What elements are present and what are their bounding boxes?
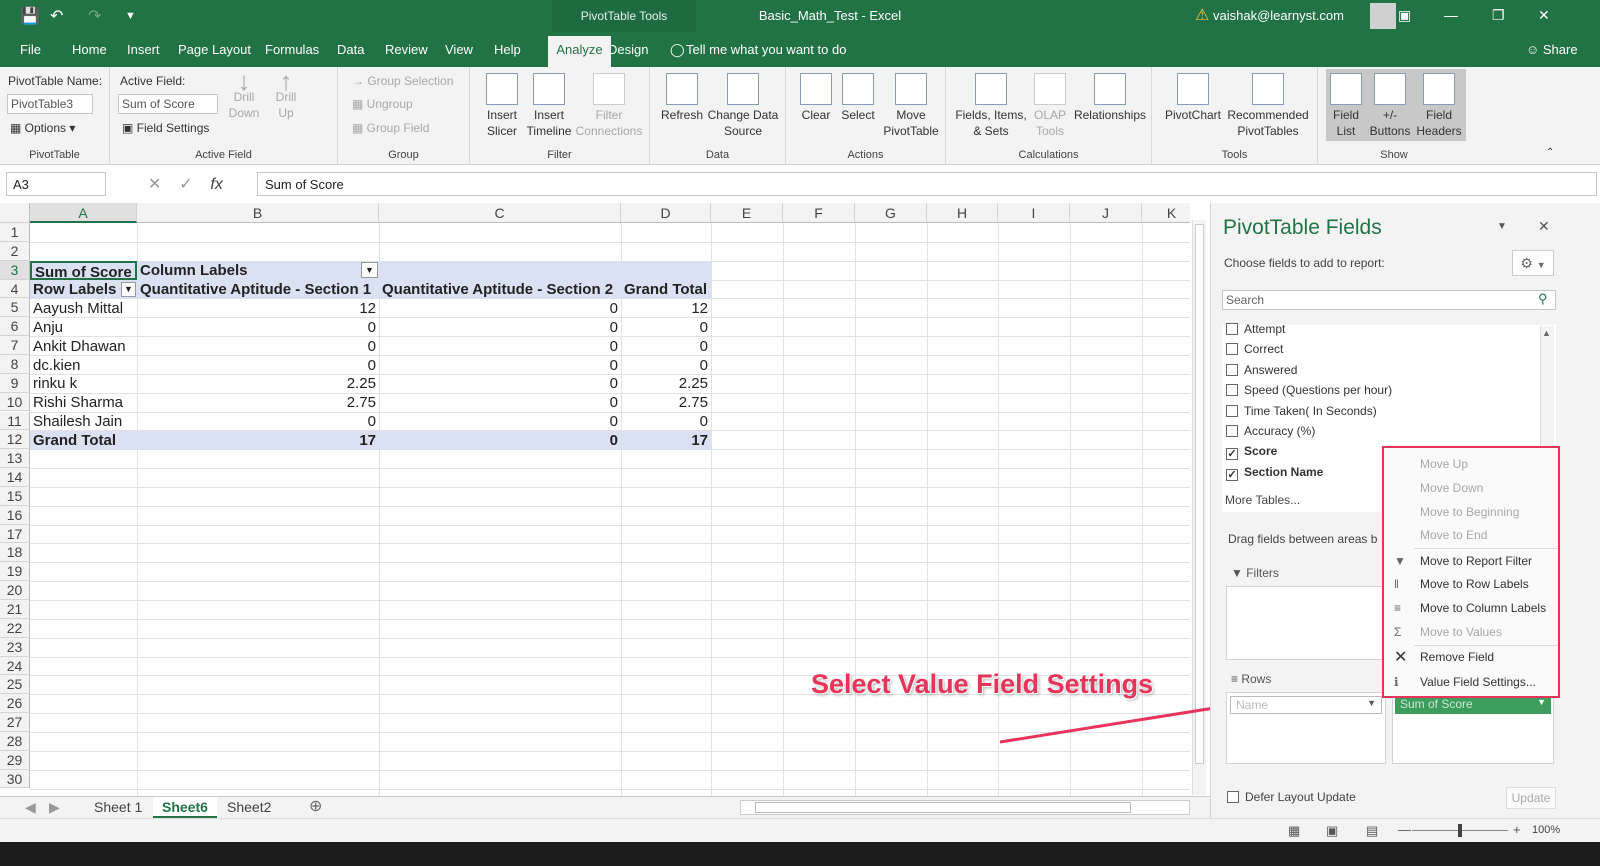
zoom-level[interactable]: 100%: [1532, 824, 1560, 836]
field-item[interactable]: Attempt: [1226, 322, 1285, 336]
menu-separator: [1414, 645, 1558, 646]
field-item[interactable]: ✓ Section Name: [1226, 465, 1323, 481]
rows-field-name-label: Name: [1236, 698, 1269, 712]
field-item[interactable]: Accuracy (%): [1226, 424, 1315, 438]
checkbox-icon[interactable]: [1226, 404, 1238, 417]
zoom-slider-thumb[interactable]: [1458, 824, 1462, 837]
drag-fields-hint: Drag fields between areas b: [1228, 532, 1378, 546]
sheet-tab-sheet6[interactable]: Sheet6: [153, 797, 217, 818]
checkbox-icon[interactable]: [1226, 384, 1238, 397]
menu-separator: [1414, 548, 1558, 549]
values-field-dropdown-icon: ▼: [1537, 697, 1546, 707]
value-settings-icon: ℹ: [1394, 675, 1399, 689]
context-menu-item[interactable]: Move to End: [1420, 528, 1487, 542]
field-item[interactable]: Time Taken( In Seconds): [1226, 404, 1377, 418]
context-menu-item[interactable]: Move to Beginning: [1420, 505, 1519, 519]
os-taskbar: [0, 842, 1600, 866]
zoom-out-icon[interactable]: —: [1398, 822, 1411, 837]
chevron-down-icon: ▼: [1536, 260, 1546, 270]
field-item-label: Score: [1244, 444, 1278, 459]
field-item-label: Answered: [1244, 362, 1298, 377]
field-item[interactable]: Correct: [1226, 342, 1283, 356]
field-item-label: Time Taken( In Seconds): [1244, 403, 1377, 418]
pane-title: PivotTable Fields: [1223, 216, 1382, 239]
filters-area[interactable]: [1226, 586, 1386, 660]
normal-view-icon[interactable]: ▦: [1288, 823, 1300, 839]
new-sheet-icon[interactable]: ⊕: [300, 797, 331, 818]
field-list-scroll-up-icon[interactable]: ▲: [1542, 328, 1551, 338]
field-item-label: Correct: [1244, 342, 1284, 357]
more-tables-link[interactable]: More Tables...: [1225, 493, 1300, 507]
values-field-label: Sum of Score: [1400, 697, 1473, 711]
checkbox-checked-icon[interactable]: ✓: [1226, 448, 1238, 461]
sheet-tab-sheet1[interactable]: Sheet 1: [85, 797, 151, 818]
filter-icon: ▼: [1231, 566, 1247, 580]
filters-label: Filters: [1246, 566, 1279, 580]
pane-search-input[interactable]: Search: [1222, 290, 1556, 310]
field-item[interactable]: Speed (Questions per hour): [1226, 383, 1392, 397]
sigma-icon: Σ: [1394, 625, 1402, 639]
field-context-menu: Move Up Move Down Move to Beginning Move to…: [1382, 446, 1560, 698]
defer-checkbox-box: [1227, 791, 1239, 803]
horizontal-scrollbar[interactable]: [740, 800, 1190, 815]
scroll-tabs-right-icon[interactable]: ▶: [40, 797, 69, 818]
horizontal-scroll-thumb[interactable]: [755, 802, 1131, 813]
checkbox-icon[interactable]: [1226, 323, 1238, 335]
filter-icon: ▼: [1394, 554, 1406, 568]
row-labels-icon: ‖: [1394, 577, 1399, 591]
context-menu-item[interactable]: Move to Row Labels: [1420, 577, 1529, 591]
context-menu-item[interactable]: Move to Report Filter: [1420, 554, 1532, 568]
rows-label: Rows: [1241, 672, 1272, 686]
field-item[interactable]: ✓ Score: [1226, 444, 1278, 461]
field-item-label: Attempt: [1244, 322, 1286, 336]
zoom-in-icon[interactable]: +: [1513, 822, 1521, 837]
pane-options-dropdown-icon[interactable]: ▼: [1497, 221, 1507, 232]
field-item[interactable]: Answered: [1226, 363, 1297, 377]
defer-layout-label: Defer Layout Update: [1245, 790, 1356, 804]
checkbox-icon[interactable]: [1226, 425, 1238, 437]
remove-icon: ✕: [1394, 649, 1408, 666]
context-menu-item[interactable]: Remove Field: [1420, 650, 1494, 664]
context-menu-item[interactable]: Move to Column Labels: [1420, 601, 1546, 615]
checkbox-icon[interactable]: [1226, 343, 1238, 356]
checkbox-checked-icon[interactable]: ✓: [1226, 468, 1238, 481]
field-item-label: Section Name: [1244, 464, 1324, 479]
rows-icon: ≡: [1231, 672, 1242, 686]
pane-tools-button[interactable]: ⚙ ▼: [1512, 250, 1554, 276]
pane-subtitle: Choose fields to add to report:: [1224, 256, 1385, 270]
update-button[interactable]: Update: [1506, 787, 1556, 809]
context-menu-item[interactable]: Move Up: [1420, 457, 1468, 471]
values-field-sum-of-score[interactable]: Sum of Score ▼: [1395, 696, 1551, 714]
sheet-tabs-bar: ◀ ▶ Sheet 1 Sheet6 Sheet2 ⊕: [0, 796, 1210, 818]
search-icon: ⚲: [1538, 291, 1548, 306]
field-item-label: Accuracy (%): [1244, 424, 1316, 438]
status-bar: ▦ ▣ ▤ — + 100%: [0, 818, 1600, 842]
page-break-view-icon[interactable]: ▤: [1366, 823, 1378, 839]
context-menu-item[interactable]: Move Down: [1420, 481, 1483, 495]
gear-icon: ⚙: [1520, 255, 1533, 271]
page-layout-view-icon[interactable]: ▣: [1326, 823, 1338, 839]
rows-field-name[interactable]: Name ▼: [1230, 696, 1382, 714]
field-item-label: Speed (Questions per hour): [1244, 383, 1393, 398]
filters-area-label: ▼ Filters: [1231, 566, 1279, 580]
checkbox-icon[interactable]: [1226, 363, 1238, 376]
pane-close-icon[interactable]: ✕: [1538, 218, 1550, 235]
context-menu-item[interactable]: Value Field Settings...: [1420, 675, 1536, 689]
rows-field-dropdown-icon: ▼: [1367, 698, 1376, 708]
column-labels-icon: ≡: [1394, 601, 1402, 615]
context-menu-item[interactable]: Move to Values: [1420, 625, 1502, 639]
rows-area-label: ≡ Rows: [1231, 672, 1271, 686]
defer-layout-checkbox[interactable]: Defer Layout Update: [1227, 790, 1356, 804]
sheet-tab-sheet2[interactable]: Sheet2: [218, 797, 280, 818]
